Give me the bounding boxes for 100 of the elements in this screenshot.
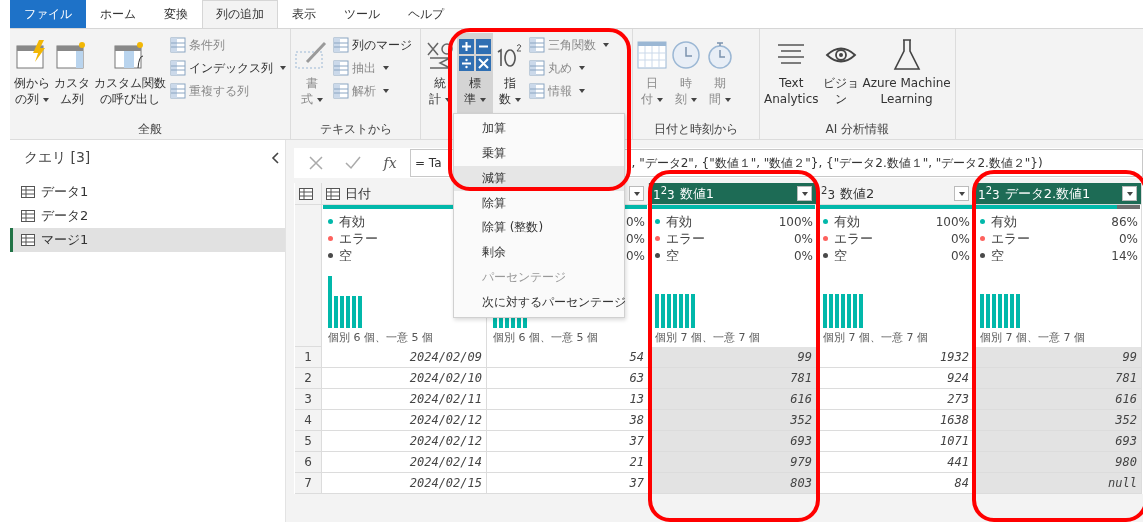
column-header[interactable]: $^{2}$3 数値2: [817, 183, 973, 205]
table-cell: 99: [974, 347, 1141, 368]
stat-percent: 0%: [1118, 231, 1138, 246]
column-header[interactable]: 1$^{2}$3 データ2.数値1: [974, 183, 1141, 205]
table-cell: 979: [649, 452, 816, 473]
table-function-icon: [114, 40, 146, 70]
row-number: 7: [295, 473, 321, 494]
merge-columns-icon: [333, 37, 349, 53]
stat-percent: 0%: [950, 248, 970, 263]
flask-icon: [891, 38, 922, 72]
table-icon: [21, 234, 35, 246]
group-label: AI 分析情報: [824, 121, 891, 138]
menu-item[interactable]: 除算 (整数): [454, 215, 624, 241]
column-header[interactable]: 1$^{2}$3 数値1: [649, 183, 816, 205]
caret-icon: [480, 97, 486, 102]
ribbon-button[interactable]: 例から の列: [12, 33, 52, 119]
column-filter-icon[interactable]: [629, 186, 644, 201]
table-cell: 352: [649, 410, 816, 431]
histogram-drawing: [328, 276, 364, 328]
table-cell: 616: [974, 389, 1141, 410]
column-filter-icon[interactable]: [1122, 186, 1137, 201]
menu-item[interactable]: 次に対するパーセンテージ: [454, 290, 624, 315]
clock-icon: [671, 40, 701, 70]
table-cell: 693: [649, 431, 816, 452]
query-item[interactable]: マージ1: [10, 228, 285, 252]
caret-icon: [603, 43, 609, 47]
caret-icon: [579, 89, 585, 93]
group-label: テキストから: [318, 121, 393, 138]
calendar-icon: [326, 187, 340, 200]
row-number: 2: [295, 368, 321, 389]
stat-percent: 0%: [793, 248, 813, 263]
ribbon-button[interactable]: カスタ ム列: [52, 33, 92, 119]
caret-icon: [579, 66, 585, 70]
stat-label: 有効: [991, 212, 1018, 231]
duplicate-column-icon: [170, 83, 186, 99]
index-column-icon: [170, 60, 186, 76]
stat-label: 有効: [666, 212, 693, 231]
stat-label: 空: [339, 246, 353, 265]
caret-icon: [445, 97, 451, 102]
fx-button[interactable]: fx: [374, 155, 406, 171]
caret-icon: [515, 97, 521, 102]
checkmark-icon[interactable]: [345, 156, 361, 170]
ribbon-button[interactable]: カスタム関数 の呼び出し: [92, 33, 168, 119]
stat-percent: 100%: [778, 214, 813, 229]
table-icon: [21, 186, 35, 198]
table-sparkle-icon: [56, 40, 88, 70]
table-cell: 781: [974, 368, 1141, 389]
text-format-icon: [295, 40, 329, 70]
distinct-summary: 個別 6 個、一意 5 個: [493, 330, 599, 345]
column-filter-icon[interactable]: [797, 186, 812, 201]
caret-icon: [43, 97, 49, 102]
table-lightning-icon: [16, 40, 48, 70]
stat-label: エラー: [666, 229, 706, 248]
number-type-label: $^{2}$3: [821, 185, 835, 202]
row-number: 6: [295, 452, 321, 473]
caret-icon: [691, 97, 697, 102]
query-name: マージ1: [41, 231, 89, 249]
table-cell: 803: [649, 473, 816, 494]
query-item[interactable]: データ2: [10, 204, 285, 228]
ribbon-button[interactable]: 列のマージ: [331, 35, 414, 55]
stat-percent: 100%: [935, 214, 970, 229]
ribbon-button[interactable]: ビジョ ン: [820, 33, 861, 119]
conditional-column-icon: [170, 37, 186, 53]
table-cell: 781: [649, 368, 816, 389]
distinct-summary: 個別 6 個、一意 5 個: [328, 330, 434, 345]
table-cell: 693: [974, 431, 1141, 452]
calculator-icon: [459, 39, 491, 71]
extract-icon: [333, 60, 349, 76]
ribbon-button[interactable]: インデックス列: [168, 58, 288, 78]
stat-label: 有効: [834, 212, 861, 231]
group-label: 全般: [137, 121, 163, 138]
number-type-label: 1$^{2}$3: [653, 185, 675, 202]
stat-percent: 0%: [793, 231, 813, 246]
stat-percent: 86%: [1111, 214, 1138, 229]
row-number: 3: [295, 389, 321, 410]
menu-item[interactable]: 剰余: [454, 240, 624, 266]
table-cell: 980: [974, 452, 1141, 473]
caret-icon: [383, 66, 389, 70]
table-menu-icon: [299, 187, 313, 200]
stat-percent: 0%: [950, 231, 970, 246]
ribbon-button[interactable]: Azure Machine Learning: [860, 33, 953, 119]
parse-icon: [333, 83, 349, 99]
ribbon-button[interactable]: Text Analytics: [762, 33, 821, 119]
row-number: 5: [295, 431, 321, 452]
stat-percent: 14%: [1111, 248, 1138, 263]
caret-icon: [383, 89, 389, 93]
ribbon-tab[interactable]: ファイル: [10, 0, 86, 28]
menu-item[interactable]: 加算: [454, 116, 624, 141]
column-filter-icon[interactable]: [954, 186, 969, 201]
query-item[interactable]: データ1: [10, 180, 285, 204]
table-cell: 616: [649, 389, 816, 410]
table-cell: 352: [974, 410, 1141, 431]
stat-label: 空: [666, 246, 680, 265]
caret-icon: [725, 97, 731, 102]
info-grid-icon: [529, 83, 545, 99]
table-icon: [21, 210, 35, 222]
caret-icon: [657, 97, 663, 102]
number-type-label: 1$^{2}$3: [978, 185, 1000, 202]
ribbon-tab[interactable]: 列の追加: [202, 0, 278, 28]
collapse-chevron-icon[interactable]: [271, 152, 279, 164]
